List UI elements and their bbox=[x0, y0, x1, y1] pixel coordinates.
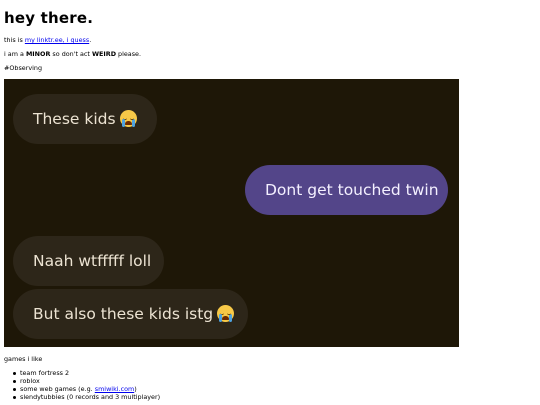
loudly-crying-face-icon bbox=[119, 110, 137, 127]
list-item: roblox bbox=[12, 377, 160, 385]
chat-bubble-outgoing: Dont get touched twin bbox=[245, 165, 448, 215]
hashtag: #Observing bbox=[4, 64, 42, 72]
list-item-suffix: ) bbox=[134, 385, 137, 393]
linktree-link[interactable]: my linktr.ee, i guess bbox=[25, 36, 89, 44]
list-item: slendytubbies (0 records and 3 multiplay… bbox=[12, 393, 161, 401]
chat-message-text: Dont get touched twin bbox=[265, 181, 439, 199]
chat-message-text: But also these kids istg bbox=[33, 305, 214, 323]
list-item-prefix: some web games (e.g. bbox=[20, 385, 95, 393]
chat-bubble-incoming: These kids bbox=[13, 94, 157, 144]
minor-notice: i am a MINOR so don't act WEIRD please. bbox=[4, 50, 536, 58]
page-content: hey there. this is my linktr.ee, i guess… bbox=[4, 0, 536, 72]
chat-message-text: These kids bbox=[33, 110, 116, 128]
page-title: hey there. bbox=[4, 9, 94, 27]
minor-suffix: please. bbox=[116, 50, 142, 58]
games-heading: games i like bbox=[4, 355, 43, 363]
intro-suffix: . bbox=[89, 36, 92, 44]
games-list: team fortress 2 roblox some web games (e… bbox=[12, 369, 161, 401]
intro-prefix: this is bbox=[4, 36, 25, 44]
smiwiki-link[interactable]: smiwiki.com bbox=[95, 385, 135, 393]
minor-prefix: i am a bbox=[4, 50, 26, 58]
chat-message-text: Naah wtfffff loll bbox=[33, 252, 152, 270]
minor-bold: MINOR bbox=[25, 50, 51, 58]
chat-screenshot: These kids Dont get touched twin Naah wt… bbox=[4, 79, 459, 347]
loudly-crying-face-icon bbox=[217, 305, 235, 322]
list-item: team fortress 2 bbox=[12, 369, 160, 377]
minor-middle: so don't act bbox=[50, 50, 92, 58]
weird-bold: WEIRD bbox=[91, 50, 117, 58]
chat-bubble-incoming: But also these kids istg bbox=[13, 289, 248, 339]
chat-bubble-incoming: Naah wtfffff loll bbox=[13, 236, 164, 286]
intro-line: this is my linktr.ee, i guess. bbox=[4, 36, 536, 44]
list-item: some web games (e.g. smiwiki.com) bbox=[12, 385, 160, 393]
